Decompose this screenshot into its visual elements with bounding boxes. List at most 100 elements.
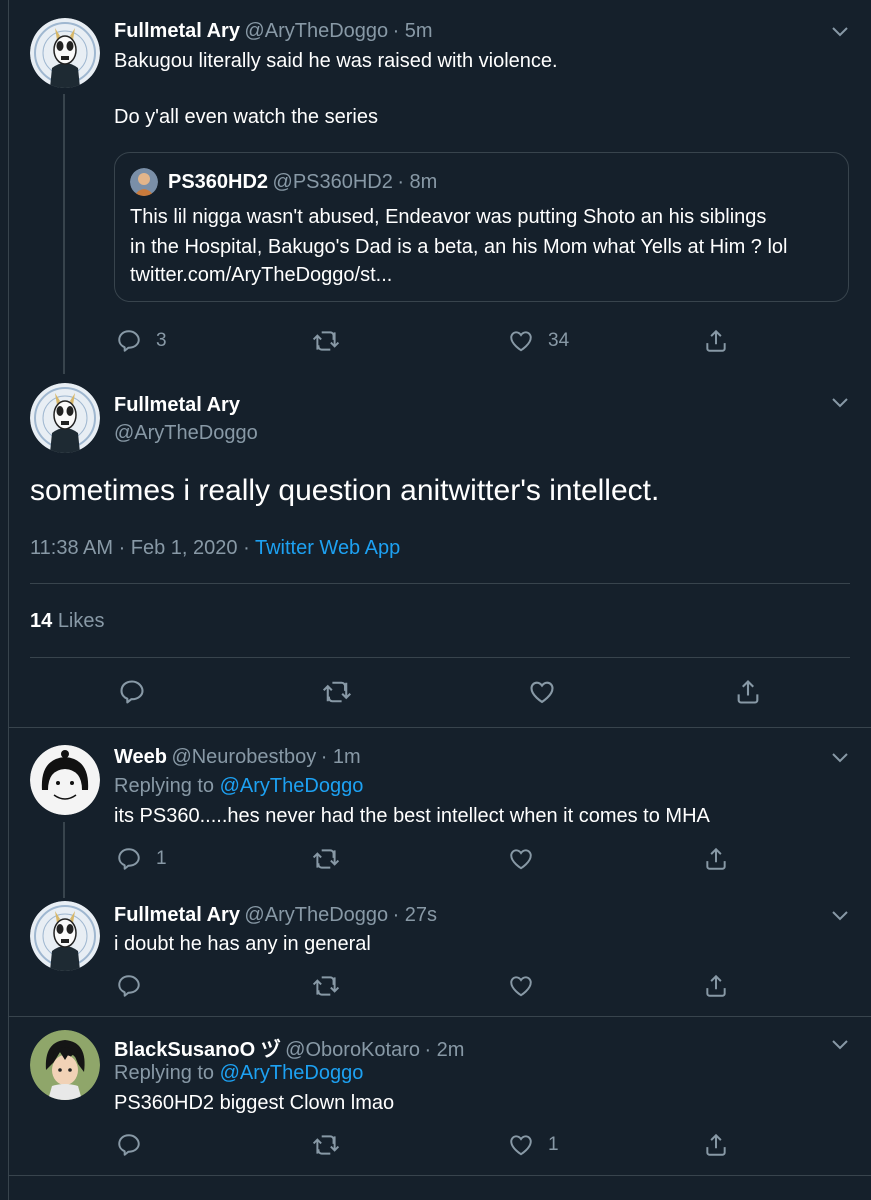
likes-summary[interactable]: 14 Likes: [30, 610, 105, 633]
timestamp[interactable]: · 5m: [393, 20, 433, 42]
reply-button[interactable]: 3: [116, 328, 167, 354]
avatar-weeb[interactable]: [30, 745, 100, 815]
share-icon: [706, 1133, 726, 1156]
share-button[interactable]: [703, 846, 729, 872]
chevron-down-icon[interactable]: [830, 395, 850, 409]
like-button[interactable]: 1: [508, 1132, 559, 1158]
retweet-icon: [312, 1135, 340, 1155]
reply-button[interactable]: 1: [116, 846, 167, 872]
replying-to-handle[interactable]: @AryTheDoggo: [220, 1062, 364, 1084]
avatar-fullmetal-ary[interactable]: [30, 901, 100, 971]
like-button[interactable]: [528, 678, 556, 706]
share-button[interactable]: [703, 328, 729, 354]
retweet-button[interactable]: [312, 973, 340, 999]
quoted-text-line-2: in the Hospital, Bakugo's Dad is a beta,…: [130, 236, 788, 258]
timestamp[interactable]: · 27s: [393, 904, 437, 926]
chevron-down-icon[interactable]: [830, 24, 850, 38]
avatar-image: [130, 168, 158, 196]
like-button[interactable]: [508, 846, 534, 872]
reply-icon: [118, 848, 140, 870]
reply-count: 1: [156, 848, 167, 869]
quoted-display-name: PS360HD2: [168, 171, 269, 193]
chevron-down-icon[interactable]: [830, 908, 850, 922]
avatar-fullmetal-ary[interactable]: [30, 18, 100, 88]
avatar-image: [30, 745, 100, 815]
display-name[interactable]: Weeb: [114, 746, 167, 768]
heart-icon: [510, 1135, 532, 1156]
reply-icon: [120, 680, 144, 704]
chevron-down-icon[interactable]: [830, 750, 850, 764]
retweet-button[interactable]: [312, 846, 340, 872]
retweet-button[interactable]: [312, 1132, 340, 1158]
quoted-timestamp: · 8m: [397, 171, 438, 193]
likes-count: 14: [30, 610, 53, 632]
avatar-image: [30, 383, 100, 453]
section-divider: [8, 1175, 871, 1176]
like-count: 34: [548, 330, 570, 351]
display-name[interactable]: Fullmetal Ary: [114, 394, 240, 417]
share-button[interactable]: [703, 1132, 729, 1158]
share-icon: [737, 680, 759, 704]
retweet-icon: [312, 331, 340, 351]
heart-icon: [510, 331, 532, 352]
thread-line: [63, 94, 65, 374]
divider: [30, 657, 850, 658]
display-name[interactable]: Fullmetal Ary: [114, 20, 240, 42]
heart-icon: [510, 849, 532, 870]
retweet-button[interactable]: [312, 328, 340, 354]
likes-label: Likes: [57, 610, 105, 632]
user-handle[interactable]: @OboroKotaro: [285, 1039, 420, 1061]
retweet-icon: [312, 849, 340, 869]
avatar-fullmetal-ary[interactable]: [30, 383, 100, 453]
section-divider: [8, 727, 871, 728]
reply-count: 3: [156, 330, 167, 351]
replying-to: Replying to @AryTheDoggo: [114, 775, 363, 798]
tweet-text: PS360HD2 biggest Clown lmao: [114, 1092, 395, 1114]
reply-button[interactable]: [116, 1132, 142, 1158]
quoted-link[interactable]: twitter.com/AryTheDoggo/st...: [130, 264, 392, 287]
replying-to-label: Replying to: [114, 1062, 215, 1084]
quoted-handle: @PS360HD2: [272, 171, 393, 193]
avatar-image: [30, 1030, 100, 1100]
timestamp[interactable]: · 2m: [424, 1039, 464, 1061]
tweet-text: its PS360.....hes never had the best int…: [114, 805, 710, 827]
retweet-icon: [322, 681, 352, 703]
share-button[interactable]: [703, 973, 729, 999]
like-button[interactable]: 34: [508, 328, 569, 354]
section-divider: [8, 1016, 871, 1017]
divider: [30, 583, 850, 584]
thread-line: [63, 822, 65, 898]
avatar-image: [30, 901, 100, 971]
user-handle[interactable]: @AryTheDoggo: [114, 422, 258, 445]
share-button[interactable]: [734, 678, 762, 706]
tweet-1-header: Fullmetal Ary @AryTheDoggo · 5m: [114, 20, 433, 43]
avatar-ps360hd2: [130, 168, 158, 196]
chevron-down-icon[interactable]: [830, 1037, 850, 1051]
display-name[interactable]: BlackSusanoO ヅ: [114, 1039, 281, 1061]
avatar-blacksusanoo[interactable]: [30, 1030, 100, 1100]
heart-icon: [510, 976, 532, 997]
tweet-text-line-1: Bakugou literally said he was raised wit…: [114, 50, 558, 72]
tweet-text: i doubt he has any in general: [114, 933, 371, 955]
timestamp[interactable]: · 1m: [321, 746, 361, 768]
tweet-meta: 11:38 AM · Feb 1, 2020 · Twitter Web App: [30, 537, 400, 560]
replying-to-handle[interactable]: @AryTheDoggo: [220, 775, 364, 797]
heart-icon: [530, 681, 554, 704]
tweet-text-line-2: Do y'all even watch the series: [114, 106, 378, 128]
reply-button[interactable]: [116, 973, 142, 999]
tweet-source[interactable]: Twitter Web App: [255, 537, 400, 559]
display-name[interactable]: Fullmetal Ary: [114, 904, 240, 926]
reply-icon: [118, 975, 140, 997]
like-button[interactable]: [508, 973, 534, 999]
user-handle[interactable]: @AryTheDoggo: [244, 904, 388, 926]
reply-button[interactable]: [118, 678, 146, 706]
user-handle[interactable]: @AryTheDoggo: [244, 20, 388, 42]
retweet-icon: [312, 976, 340, 996]
share-icon: [706, 974, 726, 997]
main-tweet-text: sometimes i really question anitwitter's…: [30, 474, 660, 507]
user-handle[interactable]: @Neurobestboy: [171, 746, 316, 768]
avatar-image: [30, 18, 100, 88]
tweet-datetime[interactable]: 11:38 AM · Feb 1, 2020 ·: [30, 537, 250, 559]
retweet-button[interactable]: [322, 678, 352, 706]
replying-to: Replying to @AryTheDoggo: [114, 1062, 363, 1085]
